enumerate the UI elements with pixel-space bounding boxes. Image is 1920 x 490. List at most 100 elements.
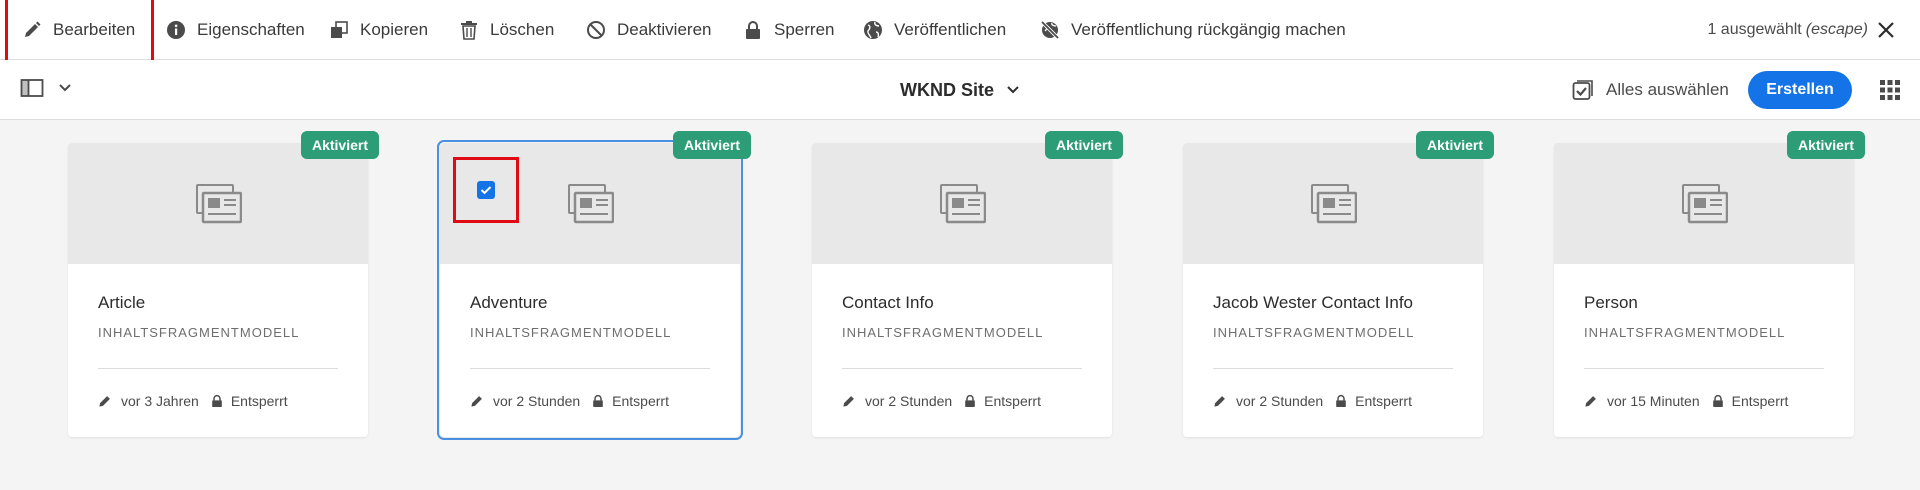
edit-button[interactable]: Bearbeiten — [5, 0, 154, 63]
status-badge: Aktiviert — [1786, 131, 1865, 159]
card-thumbnail — [1183, 143, 1483, 264]
checkmark-icon — [480, 186, 492, 195]
rail-toggle-button[interactable] — [20, 77, 72, 99]
deactivate-icon — [587, 21, 605, 39]
status-badge: Aktiviert — [1415, 131, 1494, 159]
chevron-down-icon[interactable] — [1006, 85, 1020, 95]
status-badge: Aktiviert — [1044, 131, 1123, 159]
lock-icon — [965, 394, 975, 407]
unpublish-button[interactable]: Veröffentlichung rückgängig machen — [1040, 0, 1346, 60]
fragment-model-icon — [1311, 184, 1357, 224]
card-divider — [1584, 368, 1824, 369]
globe-strike-icon — [1040, 20, 1060, 40]
lock-icon — [593, 394, 603, 407]
card-meta: vor 3 Jahren Entsperrt — [98, 393, 288, 409]
lock-icon — [1712, 394, 1723, 407]
card-type: INHALTSFRAGMENTMODELL — [98, 325, 300, 340]
card-article[interactable]: Aktiviert Article INHALTSFRAGMENTMODELL … — [68, 131, 379, 437]
properties-button[interactable]: Eigenschaften — [166, 0, 305, 60]
status-badge: Aktiviert — [300, 131, 379, 159]
card-jacob-wester-contact-info[interactable]: Aktiviert Jacob Wester Contact Info INHA… — [1183, 131, 1494, 437]
pencil-icon — [1585, 396, 1596, 407]
modified-time: vor 2 Stunden — [1236, 393, 1324, 409]
selection-hint: (escape) — [1805, 21, 1868, 38]
card-title: Contact Info — [842, 293, 934, 312]
site-title-label[interactable]: WKND Site — [900, 80, 994, 101]
lock-status: Entsperrt — [984, 393, 1041, 409]
lock-status: Entsperrt — [230, 393, 288, 409]
status-badge: Aktiviert — [672, 131, 751, 159]
card-adventure[interactable]: Aktiviert Adventure INHALTSFRAGMENTMODEL… — [437, 131, 751, 440]
card-meta: vor 2 Stunden Entsperrt — [470, 393, 669, 409]
selection-count: 1 ausgewählt — [1707, 21, 1802, 38]
lock-icon — [1336, 394, 1346, 407]
copy-button[interactable]: Kopieren — [329, 0, 428, 60]
create-button[interactable]: Erstellen — [1748, 71, 1852, 109]
fragment-model-icon — [940, 184, 986, 224]
publish-label: Veröffentlichen — [894, 20, 1007, 39]
modified-time: vor 2 Stunden — [865, 393, 953, 409]
copy-icon — [331, 21, 348, 38]
card-person[interactable]: Aktiviert Person INHALTSFRAGMENTMODELL v… — [1554, 131, 1865, 437]
deactivate-button[interactable]: Deaktivieren — [586, 0, 712, 60]
fragment-model-icon — [196, 184, 242, 224]
card-type: INHALTSFRAGMENTMODELL — [1584, 325, 1786, 340]
card-meta: vor 2 Stunden Entsperrt — [1213, 393, 1412, 409]
card-meta: vor 2 Stunden Entsperrt — [842, 393, 1041, 409]
card-divider — [842, 368, 1082, 369]
select-checkbox[interactable] — [453, 157, 519, 223]
lock-label: Sperren — [774, 20, 835, 39]
card-type: INHALTSFRAGMENTMODELL — [842, 325, 1044, 340]
chevron-down-icon — [59, 84, 71, 92]
delete-button[interactable]: Löschen — [459, 0, 554, 60]
card-title: Person — [1584, 293, 1638, 312]
lock-status: Entsperrt — [1355, 393, 1412, 409]
lock-status: Entsperrt — [1731, 393, 1789, 409]
lock-icon — [746, 21, 760, 39]
sidebar-icon — [20, 79, 44, 97]
select-all-icon — [1572, 80, 1593, 100]
card-type: INHALTSFRAGMENTMODELL — [470, 325, 672, 340]
card-divider — [98, 368, 338, 369]
pencil-icon — [471, 396, 482, 407]
properties-label: Eigenschaften — [197, 20, 305, 39]
fragment-model-icon — [1682, 184, 1728, 224]
trash-icon — [461, 21, 477, 40]
pencil-icon — [99, 396, 110, 407]
lock-icon — [212, 394, 222, 407]
delete-label: Löschen — [490, 20, 555, 39]
edit-label: Bearbeiten — [53, 20, 136, 39]
lock-status: Entsperrt — [612, 393, 669, 409]
close-icon[interactable] — [1874, 18, 1898, 42]
info-icon — [167, 21, 185, 39]
modified-time: vor 2 Stunden — [493, 393, 581, 409]
card-view-icon[interactable] — [1878, 78, 1902, 102]
action-bar: Bearbeiten Eigenschaften Kopieren Lösche… — [0, 0, 1920, 63]
card-meta: vor 15 Minuten Entsperrt — [1584, 393, 1788, 409]
card-title: Jacob Wester Contact Info — [1213, 293, 1414, 312]
card-title: Adventure — [470, 293, 548, 312]
select-all-label: Alles auswählen — [1606, 80, 1729, 99]
selection-info: 1 ausgewählt (escape) — [1707, 0, 1868, 60]
card-thumbnail — [1554, 143, 1854, 264]
card-thumbnail — [812, 143, 1112, 264]
copy-label: Kopieren — [360, 20, 429, 39]
card-title: Article — [98, 293, 146, 312]
unpublish-label: Veröffentlichung rückgängig machen — [1071, 20, 1346, 39]
lock-button[interactable]: Sperren — [743, 0, 834, 60]
card-divider — [1213, 368, 1453, 369]
globe-icon — [864, 21, 882, 39]
publish-button[interactable]: Veröffentlichen — [863, 0, 1006, 60]
modified-time: vor 15 Minuten — [1607, 393, 1700, 409]
pencil-icon — [1214, 396, 1225, 407]
pencil-icon — [25, 21, 41, 37]
pencil-icon — [843, 396, 854, 407]
deactivate-label: Deaktivieren — [617, 20, 712, 39]
card-contact-info[interactable]: Aktiviert Contact Info INHALTSFRAGMENTMO… — [812, 131, 1123, 437]
card-thumbnail — [68, 143, 368, 264]
select-all-button[interactable]: Alles auswählen — [1572, 60, 1729, 120]
title-bar: WKND Site Alles auswählen Erstellen — [0, 60, 1920, 120]
card-divider — [470, 368, 710, 369]
modified-time: vor 3 Jahren — [121, 393, 199, 409]
fragment-model-icon — [568, 184, 614, 224]
